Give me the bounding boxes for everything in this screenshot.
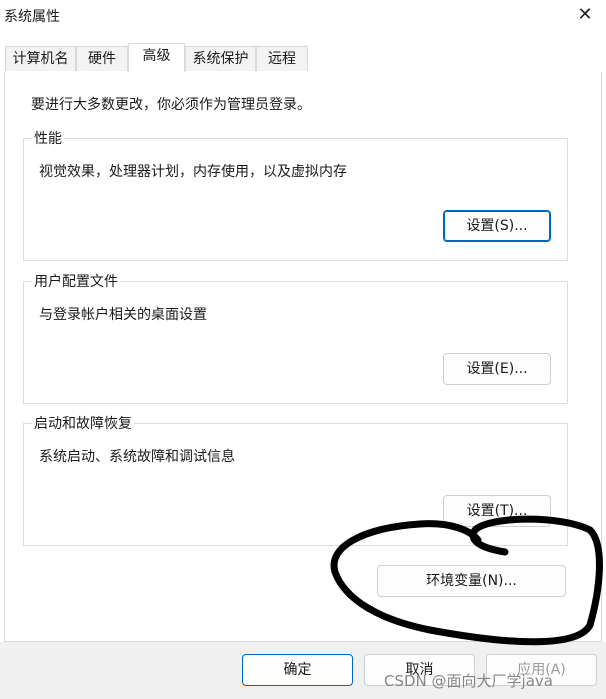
watermark: CSDN @面向大厂学java: [384, 672, 553, 690]
annotation-scribble: [330, 515, 603, 646]
